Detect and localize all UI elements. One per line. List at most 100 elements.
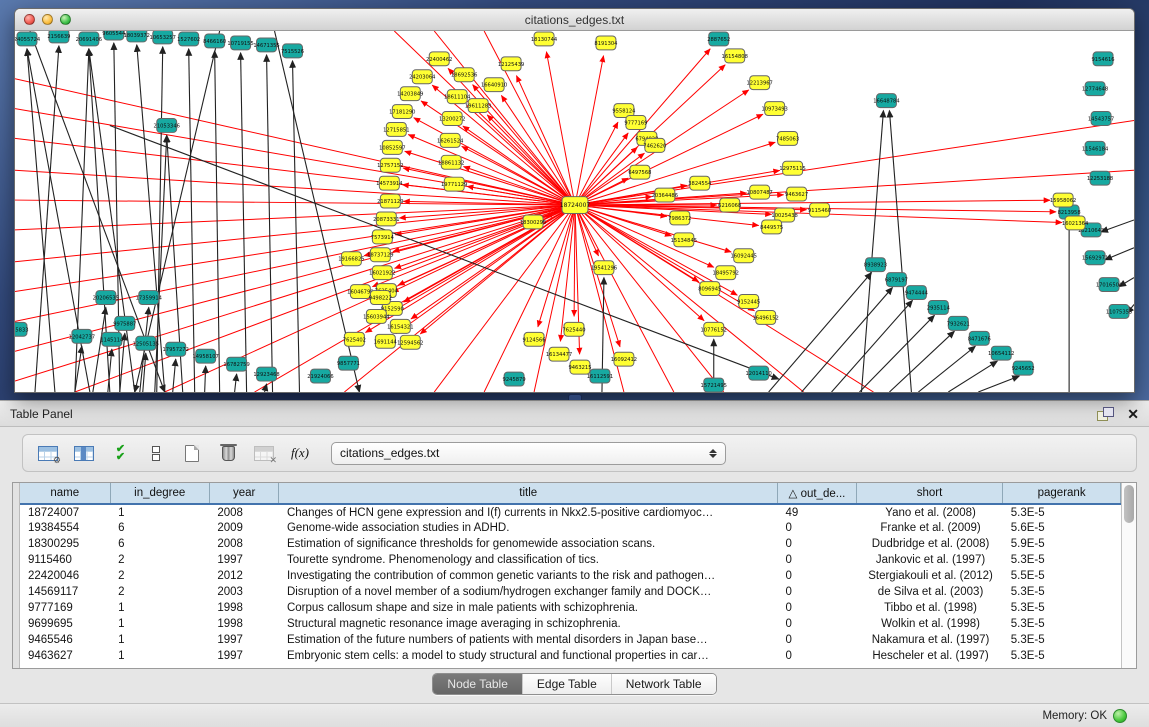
node-label: 7485063 — [776, 136, 799, 142]
column-header-title[interactable]: title — [279, 483, 778, 504]
table-row[interactable]: 946362711997Embryonic stem cells: a mode… — [20, 648, 1121, 664]
graph-edge-black[interactable] — [267, 55, 273, 392]
status-bar: Memory: OK — [0, 703, 1149, 727]
node-label: 18724007 — [560, 202, 591, 209]
table-panel-title: Table Panel — [10, 407, 73, 421]
graph-edge-black[interactable] — [241, 53, 247, 392]
node-label: 15134845 — [671, 238, 697, 244]
node-label: 19541296 — [591, 266, 617, 272]
window-titlebar[interactable]: citations_edges.txt — [15, 9, 1134, 31]
table-settings-icon[interactable]: ⚙ — [33, 439, 63, 467]
node-label: 15603944 — [363, 314, 389, 320]
node-label: 16261524 — [437, 138, 463, 144]
app-screen: citations_edges.txt 24055724215663920691… — [0, 0, 1149, 727]
delete-table-icon[interactable] — [213, 439, 243, 467]
function-builder-icon[interactable]: f(x) — [285, 439, 315, 467]
node-label: 18611104 — [444, 95, 470, 101]
graph-edge-red[interactable] — [574, 205, 575, 316]
row-height-icon[interactable] — [141, 439, 171, 467]
table-row[interactable]: 1830029562008Estimation of significance … — [20, 536, 1121, 552]
graph-edge-black[interactable] — [205, 366, 206, 392]
close-panel-icon[interactable]: ✕ — [1127, 407, 1139, 421]
graph-edge-red[interactable] — [484, 31, 575, 205]
column-header-short[interactable]: short — [856, 483, 1002, 504]
graph-edge-black[interactable] — [859, 315, 934, 392]
graph-edge-black[interactable] — [832, 301, 913, 392]
graph-edge-black[interactable] — [918, 346, 975, 392]
table-row[interactable]: 1456911722003Disruption of a novel membe… — [20, 584, 1121, 600]
node-label: 12014110 — [745, 371, 771, 377]
graph-edge-red[interactable] — [462, 146, 575, 205]
column-header-year[interactable]: year — [209, 483, 279, 504]
node-label: 8471676 — [968, 336, 991, 342]
node-label: 16154808 — [722, 54, 748, 60]
graph-edge-red[interactable] — [575, 205, 731, 252]
graph-edge-red[interactable] — [396, 205, 575, 334]
column-header-pagerank[interactable]: pagerank — [1003, 483, 1121, 504]
table-row[interactable]: 977716911998Corpus callosum shape and si… — [20, 600, 1121, 616]
table-type-tabs: Node TableEdge TableNetwork Table — [432, 673, 716, 695]
node-label: 13200272 — [439, 117, 465, 123]
node-label: 9463627 — [785, 192, 808, 198]
table-scrollbar[interactable] — [1121, 483, 1136, 668]
table-toolbar: ⚙ ✔ ✔ ✕f(x) citations_edges.txt — [22, 434, 1137, 472]
scrollbar-thumb[interactable] — [1124, 485, 1134, 523]
tab-network-table[interactable]: Network Table — [612, 674, 716, 694]
table-row[interactable]: 946554611997Estimation of the future num… — [20, 632, 1121, 648]
graph-edge-black[interactable] — [235, 374, 237, 392]
node-label: 18300295 — [520, 220, 546, 226]
graph-edge-black[interactable] — [802, 288, 893, 392]
table-header-row: namein_degreeyeartitle△ out_de...shortpa… — [20, 483, 1121, 504]
node-label: 12125439 — [498, 62, 524, 68]
table-row[interactable]: 1872400712008Changes of HCN gene express… — [20, 504, 1121, 520]
desktop-background: citations_edges.txt 24055724215663920691… — [0, 0, 1149, 400]
graph-edge-black[interactable] — [769, 273, 872, 392]
graph-edge-black[interactable] — [27, 49, 55, 392]
node-label: 18130744 — [531, 37, 557, 43]
graph-edge-black[interactable] — [1101, 220, 1134, 232]
node-label: 10719155 — [227, 41, 253, 47]
table-row[interactable]: 1938455462009Genome-wide association stu… — [20, 520, 1121, 536]
graph-edge-black[interactable] — [189, 49, 195, 392]
graph-edge-red[interactable] — [575, 133, 628, 205]
graph-edge-red[interactable] — [575, 205, 724, 392]
graph-edge-red[interactable] — [501, 95, 575, 205]
table-row[interactable]: 2242004622012Investigating the contribut… — [20, 568, 1121, 584]
new-table-icon[interactable] — [177, 439, 207, 467]
node-label: 24055724 — [15, 37, 40, 43]
table-select[interactable]: citations_edges.txt — [331, 442, 726, 465]
column-header-in_degree[interactable]: in_degree — [110, 483, 209, 504]
network-canvas[interactable]: 2405572421566392069140696055441803937210… — [15, 31, 1134, 392]
float-panel-icon[interactable] — [1097, 407, 1113, 421]
node-label: 12594562 — [397, 340, 423, 346]
select-rows-icon[interactable]: ✔ ✔ — [105, 439, 135, 467]
node-label: 16648784 — [873, 99, 899, 105]
graph-edge-red[interactable] — [408, 135, 575, 206]
tab-edge-table[interactable]: Edge Table — [523, 674, 612, 694]
tab-node-table[interactable]: Node Table — [433, 674, 523, 694]
column-header-name[interactable]: name — [20, 483, 110, 504]
column-header-out_degree[interactable]: △ out_de... — [778, 483, 857, 504]
node-label: 6497568 — [628, 170, 651, 176]
node-label: 20206535 — [93, 296, 119, 302]
node-label: 16782759 — [223, 362, 249, 368]
delete-column-icon-disabled: ✕ — [249, 439, 279, 467]
node-label: 17957272 — [163, 347, 189, 353]
table-row[interactable]: 911546021997Tourette syndrome. Phenomeno… — [20, 552, 1121, 568]
graph-edge-black[interactable] — [1105, 248, 1134, 260]
graph-edge-red[interactable] — [560, 205, 575, 341]
graph-edge-black[interactable] — [978, 376, 1019, 392]
graph-edge-black[interactable] — [93, 307, 106, 392]
node-label: 9558124 — [612, 109, 635, 115]
select-column-icon[interactable] — [69, 439, 99, 467]
graph-edge-black[interactable] — [861, 111, 883, 392]
node-label: 16092445 — [731, 254, 757, 260]
node-label: 6879197 — [885, 278, 908, 284]
node-label: 10776152 — [701, 327, 727, 333]
splitter-handle[interactable] — [568, 394, 582, 400]
graph-edge-black[interactable] — [889, 331, 954, 392]
graph-edge-red[interactable] — [575, 205, 754, 311]
table-row[interactable]: 969969511998Structural magnetic resonanc… — [20, 616, 1121, 632]
node-label: 16021922 — [369, 271, 395, 277]
node-label: 16154321 — [387, 324, 413, 330]
